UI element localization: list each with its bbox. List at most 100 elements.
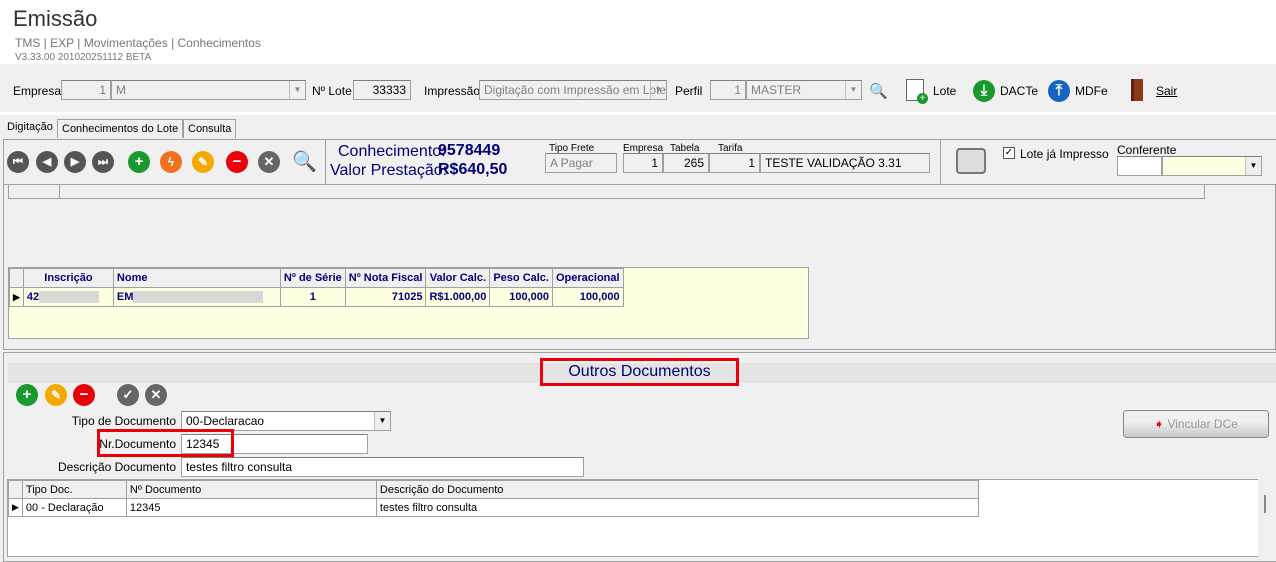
last-record-icon[interactable]: ⏭ (92, 151, 114, 173)
printer-icon[interactable] (956, 148, 986, 174)
divider (325, 140, 326, 184)
divider (0, 112, 1276, 115)
mdfe-button[interactable]: MDFe (1075, 84, 1108, 98)
perfil-select[interactable]: MASTER ▼ (746, 80, 862, 100)
lote-impresso-label: Lote já Impresso (1020, 147, 1109, 161)
cell-nome: EM (116, 290, 134, 303)
col-serie: Nº de Série (279, 268, 346, 288)
first-record-icon[interactable]: ⏮ (7, 151, 29, 173)
previous-record-icon[interactable]: ◀ (36, 151, 58, 173)
chevron-down-icon: ▼ (650, 81, 666, 99)
version: V3.33.00 201020251112 BETA (15, 52, 152, 63)
lote-label: Nº Lote (312, 84, 352, 98)
conferente-code-input[interactable] (1117, 156, 1162, 176)
documents-grid-header: Tipo Doc. Nº Documento Descrição do Docume… (8, 480, 980, 499)
empresa-code-input[interactable]: 1 (61, 80, 111, 100)
lote-impresso-checkbox[interactable]: ✓ (1003, 147, 1015, 159)
col-nome: Nome (112, 268, 281, 288)
add-icon[interactable]: + (128, 151, 150, 173)
edit-document-icon[interactable]: ✎ (45, 384, 67, 406)
link-document-icon: ➧ (1154, 417, 1165, 431)
vincular-dce-button[interactable]: ➧ Vincular DCe (1123, 410, 1269, 438)
toolbar-empresa-input[interactable]: 1 (623, 153, 663, 173)
cell-operacional: 100,000 (551, 287, 624, 307)
conferente-label: Conferente (1117, 143, 1177, 157)
lote-input[interactable]: 33333 (353, 80, 411, 100)
cell-nota: 71025 (344, 287, 427, 307)
cell-serie: 1 (279, 287, 346, 307)
edit-pencil-icon[interactable]: ✎ (192, 151, 214, 173)
page-header: Emissão TMS | EXP | Movimentações | Conh… (0, 0, 1276, 64)
remove-document-icon[interactable]: − (73, 384, 95, 406)
documents-grid: Tipo Doc. Nº Documento Descrição do Docume… (7, 479, 1260, 557)
cancel-icon[interactable]: ✕ (258, 151, 280, 173)
search-icon[interactable]: 🔍 (869, 82, 888, 100)
col-nr-documento: Nº Documento (125, 480, 377, 499)
cell-peso: 100,000 (489, 287, 553, 307)
divider (940, 140, 941, 184)
tipo-frete-input[interactable]: A Pagar (545, 153, 617, 173)
chevron-down-icon: ▼ (845, 81, 861, 99)
next-record-icon[interactable]: ▶ (64, 151, 86, 173)
tab-digitacao[interactable]: Digitação (2, 117, 58, 139)
confirm-check-icon[interactable]: ✓ (117, 384, 139, 406)
table-row[interactable]: ▶ 00 - Declaração 12345 testes filtro consu… (8, 498, 980, 517)
chevron-down-icon: ▼ (289, 81, 305, 99)
perfil-name: MASTER (751, 83, 802, 97)
tarifa-code-input[interactable]: 1 (709, 153, 760, 173)
valor-prestacao-value: R$640,50 (438, 161, 508, 178)
col-descricao: Descrição do Documento (375, 480, 980, 499)
tarifa-name-input[interactable]: TESTE VALIDAÇÃO 3.31 (760, 153, 930, 173)
col-tipo-doc: Tipo Doc. (21, 480, 127, 499)
perfil-label: Perfil (675, 84, 703, 98)
tab-consulta[interactable]: Consulta (183, 119, 237, 138)
col-peso: Peso Calc. (489, 268, 553, 288)
cell-nr-documento: 12345 (125, 498, 377, 517)
cancel-icon[interactable]: ✕ (145, 384, 167, 406)
download-icon[interactable]: ⤓ (973, 80, 995, 102)
perfil-code-input[interactable]: 1 (710, 80, 746, 100)
descricao-documento-input[interactable]: testes filtro consulta (181, 457, 584, 477)
notes-grid-header: Inscrição Nome Nº de Série Nº Nota Fiscal Va… (9, 268, 624, 288)
scrollbar[interactable] (1258, 479, 1276, 557)
add-document-icon[interactable]: + (16, 384, 38, 406)
vincular-dce-label: Vincular DCe (1167, 417, 1238, 431)
cell-inscricao: 42 (26, 290, 40, 303)
notes-grid: Inscrição Nome Nº de Série Nº Nota Fiscal Va… (8, 267, 809, 339)
table-row[interactable]: ▶ 42 EM 1 71025 R$1.000,00 100,000 100,000 (9, 287, 624, 307)
cell-tipo-doc: 00 - Declaração (21, 498, 127, 517)
highlight-box (97, 429, 234, 457)
tabela-input[interactable]: 265 (663, 153, 709, 173)
search-icon[interactable]: 🔍 (292, 149, 317, 174)
tipo-documento-select[interactable]: 00-Declaracao ▼ (181, 411, 391, 431)
empresa-select[interactable]: M ▼ (111, 80, 306, 100)
exit-door-icon[interactable] (1131, 79, 1143, 101)
dacte-button[interactable]: DACTe (1000, 84, 1038, 98)
tipo-documento-label: Tipo de Documento (71, 414, 176, 428)
page-title: Emissão (13, 6, 98, 31)
conhecimento-label: Conhecimento: (338, 143, 446, 160)
col-inscricao: Inscrição (22, 268, 114, 288)
valor-prestacao-label: Valor Prestação: (330, 162, 448, 179)
col-operacional: Operacional (551, 268, 624, 288)
descricao-documento-label: Descrição Documento (57, 460, 176, 474)
tab-conhecimentos-do-lote[interactable]: Conhecimentos do Lote (57, 119, 184, 138)
remove-icon[interactable]: − (226, 151, 248, 173)
upload-icon[interactable]: ⤒ (1048, 80, 1070, 102)
chevron-down-icon: ▼ (374, 412, 390, 430)
chevron-down-icon: ▼ (1245, 157, 1261, 175)
col-nota: Nº Nota Fiscal (344, 268, 427, 288)
col-valor: Valor Calc. (425, 268, 491, 288)
sair-button[interactable]: Sair (1156, 84, 1177, 98)
lote-button[interactable]: Lote (933, 84, 956, 98)
impressao-value: Digitação com Impressão em Lote (484, 83, 667, 97)
impressao-select[interactable]: Digitação com Impressão em Lote ▼ (479, 80, 667, 100)
lote-document-icon[interactable]: + (906, 79, 928, 104)
outros-documentos-title: Outros Documentos (540, 358, 739, 386)
cell-valor: R$1.000,00 (425, 287, 491, 307)
conferente-select[interactable]: ▼ (1162, 156, 1262, 176)
cell-descricao: testes filtro consulta (375, 498, 980, 517)
empresa-name: M (116, 83, 126, 97)
inner-tab-strip (8, 185, 1205, 199)
lightning-icon[interactable]: ϟ (160, 151, 182, 173)
